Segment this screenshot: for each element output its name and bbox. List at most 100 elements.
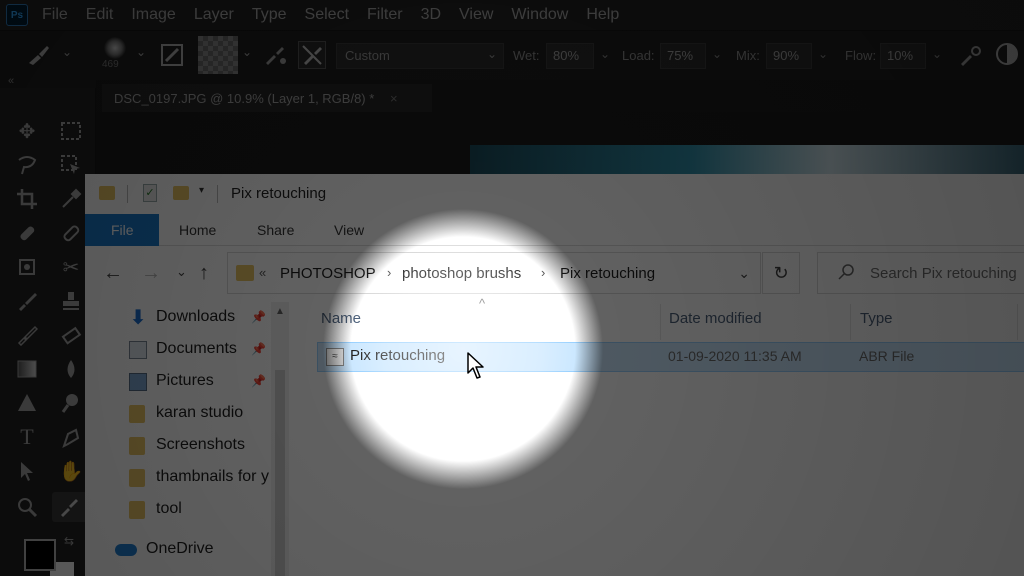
sidebar-item-tool[interactable]: tool [129,498,271,524]
sidebar-item-thambnails[interactable]: thambnails for y [129,466,271,492]
triangle-shape-icon[interactable] [12,388,42,418]
blur-tool-icon[interactable] [56,354,86,384]
clone-stamp-tool-icon[interactable] [56,286,86,316]
column-header-date-modified[interactable]: Date modified [669,310,762,327]
brush-picker-chevron-icon[interactable]: ⌄ [136,45,146,59]
current-brush-load-swatch[interactable] [198,36,238,74]
properties-icon[interactable]: ✓ [143,184,157,202]
tab-file[interactable]: File [85,214,159,246]
lasso-tool-icon[interactable] [12,150,42,180]
foreground-color-swatch[interactable] [24,539,56,571]
menu-filter[interactable]: Filter [367,6,403,24]
scrollbar-thumb[interactable] [275,370,285,576]
sidebar-item-documents[interactable]: Documents 📌 [129,338,271,364]
collapse-panels-icon[interactable]: « [8,75,14,87]
zoom-tool-icon[interactable] [12,492,42,522]
mixer-brush-selected-tool-icon[interactable] [52,492,88,522]
wet-chevron-icon[interactable]: ⌄ [600,47,610,61]
menu-select[interactable]: Select [305,6,349,24]
document-tab[interactable]: DSC_0197.JPG @ 10.9% (Layer 1, RGB/8) * … [102,84,432,112]
load-brush-icon[interactable] [262,43,288,72]
menu-window[interactable]: Window [511,6,568,24]
back-arrow-icon[interactable]: ← [103,262,123,285]
quick-access-dropdown-icon[interactable]: ▾ [199,185,204,196]
hand-tool-icon[interactable]: ✋ [56,456,86,486]
swap-colors-icon[interactable]: ⇆ [64,534,74,548]
pen-tool-icon[interactable] [56,422,86,452]
flow-chevron-icon[interactable]: ⌄ [932,47,942,61]
search-input[interactable]: Search Pix retouching [817,252,1024,294]
eraser-tool-icon[interactable] [56,320,86,350]
swatch-chevron-icon[interactable]: ⌄ [242,45,252,59]
menu-type[interactable]: Type [252,6,287,24]
frame-tool-icon[interactable] [12,252,42,282]
breadcrumb-pix-retouching[interactable]: Pix retouching [560,265,655,282]
menu-help[interactable]: Help [586,6,619,24]
airbrush-icon[interactable] [958,43,982,72]
smoothing-icon[interactable] [994,41,1020,72]
content-aware-move-tool-icon[interactable]: ✂ [56,252,86,282]
healing-brush-tool-icon[interactable] [12,218,42,248]
breadcrumb-separator[interactable]: › [541,265,545,280]
mix-field[interactable]: 90% [766,43,812,69]
forward-arrow-icon[interactable]: → [141,262,161,285]
sidebar-item-onedrive[interactable]: OneDrive [115,538,257,564]
eyedropper-tool-icon[interactable] [56,184,86,214]
sidebar-item-karan-studio[interactable]: karan studio [129,402,271,428]
brush-tool-icon[interactable] [12,286,42,316]
close-tab-icon[interactable]: × [390,91,398,106]
pin-icon[interactable]: 📌 [251,342,266,356]
breadcrumb-separator[interactable]: › [387,265,391,280]
tool-preset-chevron-icon[interactable]: ⌄ [62,45,72,59]
tab-home[interactable]: Home [179,222,216,238]
blending-preset-select[interactable]: Custom ⌄ [336,43,504,69]
column-divider[interactable] [1017,304,1018,340]
address-overflow-icon[interactable]: « [259,265,266,280]
menu-layer[interactable]: Layer [194,6,234,24]
address-bar[interactable]: « PHOTOSHOP › photoshop brushs › Pix ret… [227,252,761,294]
up-arrow-icon[interactable]: ↑ [199,262,209,285]
type-tool-icon[interactable]: T [12,422,42,452]
history-brush-tool-icon[interactable] [12,320,42,350]
move-tool-icon[interactable]: ✥ [12,116,42,146]
recent-locations-chevron-icon[interactable]: ⌄ [176,264,187,280]
clean-brush-icon[interactable] [298,41,326,69]
dodge-tool-icon[interactable] [56,388,86,418]
breadcrumb-photoshop-brushs[interactable]: photoshop brushs [402,265,521,282]
menu-edit[interactable]: Edit [86,6,114,24]
patch-tool-icon[interactable] [56,218,86,248]
crop-tool-icon[interactable] [12,184,42,214]
address-history-chevron-icon[interactable]: ⌄ [738,265,750,282]
menu-image[interactable]: Image [131,6,175,24]
object-selection-tool-icon[interactable] [56,150,86,180]
menu-3d[interactable]: 3D [421,6,441,24]
sidebar-item-pictures[interactable]: Pictures 📌 [129,370,271,396]
new-folder-icon[interactable] [173,186,189,200]
brush-preview-icon[interactable] [104,37,126,59]
table-row[interactable]: ≈ Pix retouching 01-09-2020 11:35 AM ABR… [317,342,1024,372]
menu-view[interactable]: View [459,6,493,24]
pin-icon[interactable]: 📌 [251,310,266,324]
column-divider[interactable] [850,304,851,340]
brush-settings-icon[interactable] [160,43,184,72]
column-divider[interactable] [660,304,661,340]
refresh-icon[interactable]: ↻ [762,252,800,294]
menu-file[interactable]: File [42,6,68,24]
load-chevron-icon[interactable]: ⌄ [712,47,722,61]
path-selection-tool-icon[interactable] [12,456,42,486]
sidebar-item-downloads[interactable]: ⬇ Downloads 📌 [129,306,271,332]
column-header-type[interactable]: Type [860,310,893,327]
breadcrumb-photoshop[interactable]: PHOTOSHOP [280,265,376,282]
mixer-brush-tool-icon[interactable] [26,43,52,72]
flow-field[interactable]: 10% [880,43,926,69]
tab-share[interactable]: Share [257,222,294,238]
sidebar-item-screenshots[interactable]: Screenshots [129,434,271,460]
gradient-tool-icon[interactable] [12,354,42,384]
wet-field[interactable]: 80% [546,43,594,69]
marquee-tool-icon[interactable] [56,116,86,146]
pin-icon[interactable]: 📌 [251,374,266,388]
navigation-scrollbar[interactable]: ▲ [271,302,289,576]
column-header-name[interactable]: Name [321,310,361,327]
scroll-up-icon[interactable]: ▲ [275,306,285,317]
mix-chevron-icon[interactable]: ⌄ [818,47,828,61]
